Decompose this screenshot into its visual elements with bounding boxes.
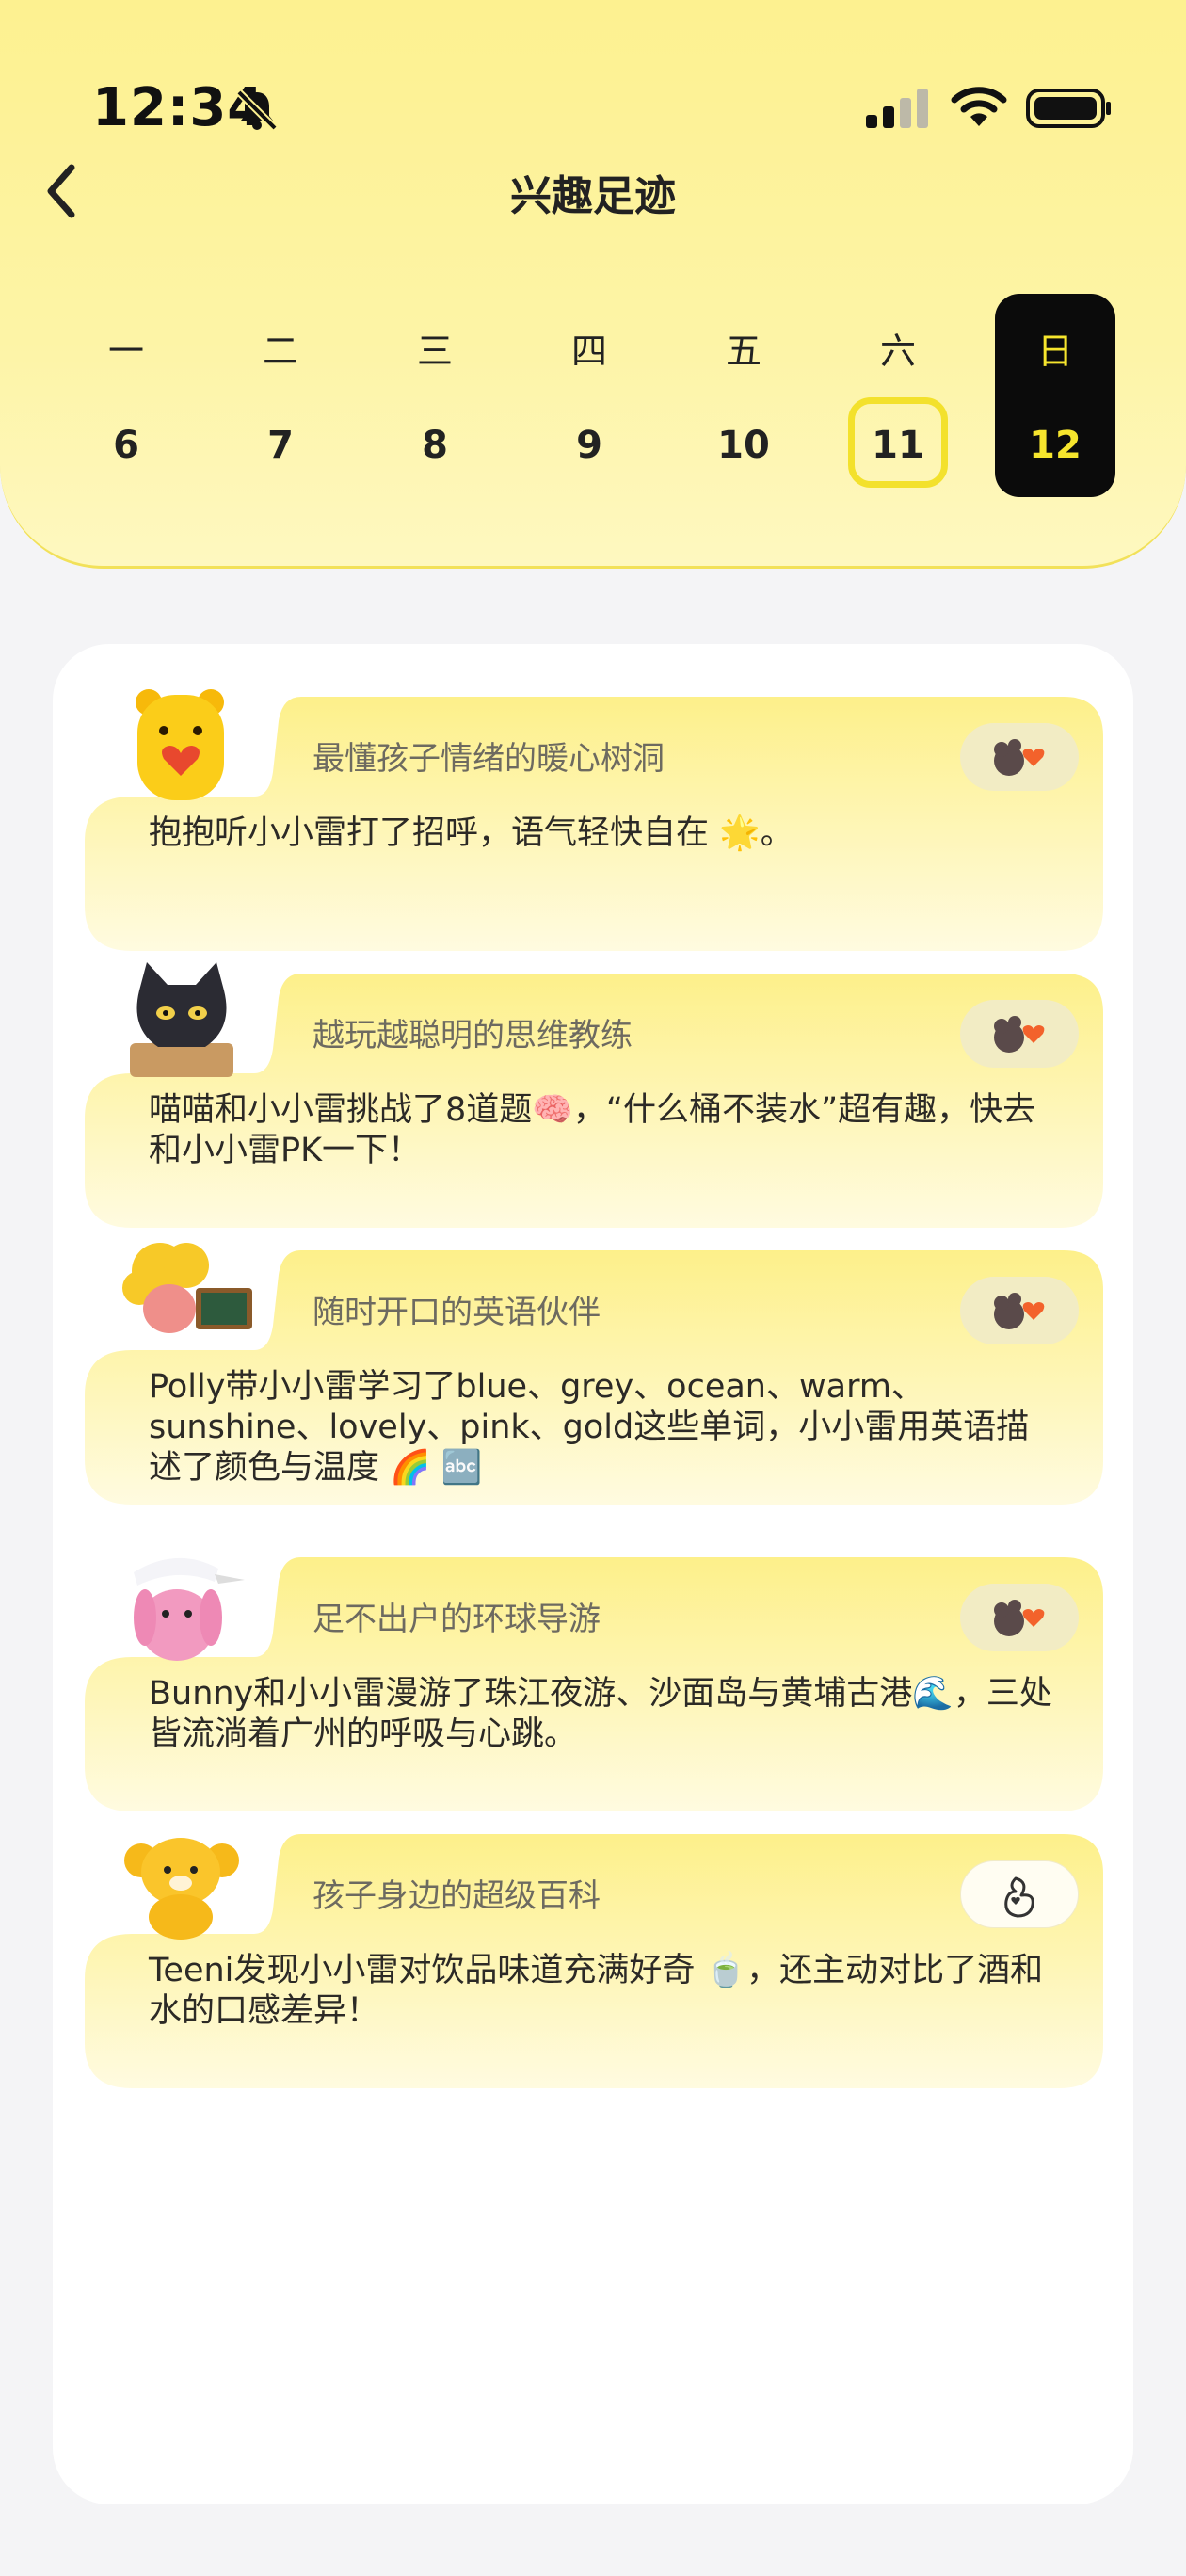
weekday-label: 六 [879, 330, 916, 372]
week-calendar: 一 6 二 7 三 8 四 9 五 10 六 11 日 12 [55, 294, 1118, 497]
card-tag: 随时开口的英语伙伴 [313, 1294, 601, 1331]
reaction-button[interactable] [960, 1860, 1079, 1928]
reaction-button[interactable] [960, 1000, 1079, 1068]
day-sun-selected[interactable]: 日 12 [995, 294, 1115, 497]
date-label: 7 [267, 424, 294, 467]
date-label: 8 [422, 424, 448, 467]
cluster-reaction-icon [994, 739, 1045, 776]
footprint-card[interactable]: 孩子身边的超级百科 Teeni发现小小雷对饮品味道充满好奇 🍵，还主动对比了酒和… [85, 1834, 1103, 2088]
weekday-label: 四 [570, 330, 607, 372]
card-message: 抱抱听小小雷打了招呼，语气轻快自在 🌟。 [149, 814, 793, 852]
teeni-avatar-icon [124, 1838, 239, 1940]
weekday-label: 三 [416, 330, 453, 372]
card-tag: 越玩越聪明的思维教练 [313, 1017, 633, 1055]
day-tue[interactable]: 二 7 [220, 294, 341, 497]
battery-icon [1026, 89, 1111, 128]
day-sat-today[interactable]: 六 11 [838, 294, 958, 497]
cluster-reaction-icon [994, 1293, 1045, 1329]
header-area: 12:34 兴趣足迹 一 6 二 7 三 8 四 9 五 10 六 11 日 1… [0, 0, 1186, 569]
date-label: 9 [576, 424, 602, 467]
footprint-card[interactable]: 足不出户的环球导游 Bunny和小小雷漫游了珠江夜游、沙面岛与黄埔古港🌊，三处皆… [85, 1557, 1103, 1811]
card-tag: 孩子身边的超级百科 [313, 1877, 601, 1915]
day-thu[interactable]: 四 9 [529, 294, 649, 497]
date-label: 10 [717, 424, 770, 467]
weekday-label: 五 [725, 330, 761, 372]
card-message: Bunny和小小雷漫游了珠江夜游、沙面岛与黄埔古港🌊，三处皆流淌着广州的呼吸与心… [149, 1675, 1052, 1753]
card-message: 喵喵和小小雷挑战了8道题🧠，“什么桶不装水”超有趣，快去和小小雷PK一下！ [149, 1091, 1036, 1169]
footprint-card[interactable]: 最懂孩子情绪的暖心树洞 抱抱听小小雷打了招呼，语气轻快自在 🌟。 [85, 689, 1103, 951]
bell-muted-icon [236, 89, 278, 131]
cellular-signal-icon [866, 89, 928, 128]
day-fri[interactable]: 五 10 [683, 294, 804, 497]
reaction-button[interactable] [960, 723, 1079, 791]
card-message: Polly带小小雷学习了blue、grey、ocean、warm、sunshin… [149, 1368, 1030, 1487]
date-label: 11 [872, 424, 924, 467]
footprint-card[interactable]: 随时开口的英语伙伴 Polly带小小雷学习了blue、grey、ocean、wa… [85, 1243, 1103, 1505]
cluster-reaction-icon [994, 1016, 1045, 1053]
date-label: 12 [1029, 424, 1082, 467]
card-message: Teeni发现小小雷对饮品味道充满好奇 🍵，还主动对比了酒和水的口感差异！ [149, 1952, 1044, 2030]
weekday-label: 日 [1036, 330, 1073, 372]
day-mon[interactable]: 一 6 [66, 294, 186, 497]
wifi-icon [951, 87, 1007, 126]
page-title: 兴趣足迹 [510, 172, 676, 220]
polly-avatar-icon [122, 1243, 252, 1333]
reaction-button[interactable] [960, 1277, 1079, 1344]
footprint-card[interactable]: 越玩越聪明的思维教练 喵喵和小小雷挑战了8道题🧠，“什么桶不装水”超有趣，快去和… [85, 962, 1103, 1228]
footprint-list: 最懂孩子情绪的暖心树洞 抱抱听小小雷打了招呼，语气轻快自在 🌟。 越玩越聪明的思… [53, 644, 1133, 2504]
weekday-label: 二 [262, 330, 298, 372]
cat-avatar-icon [130, 962, 233, 1077]
cluster-reaction-icon [994, 1600, 1045, 1636]
day-wed[interactable]: 三 8 [375, 294, 495, 497]
reaction-button[interactable] [960, 1584, 1079, 1651]
bunny-avatar-icon [134, 1557, 245, 1661]
card-tag: 最懂孩子情绪的暖心树洞 [313, 740, 665, 778]
hand-heart-icon [1004, 1876, 1034, 1918]
bear-avatar-icon [136, 689, 224, 800]
weekday-label: 一 [107, 330, 144, 372]
card-tag: 足不出户的环球导游 [313, 1601, 601, 1638]
date-label: 6 [113, 424, 139, 467]
